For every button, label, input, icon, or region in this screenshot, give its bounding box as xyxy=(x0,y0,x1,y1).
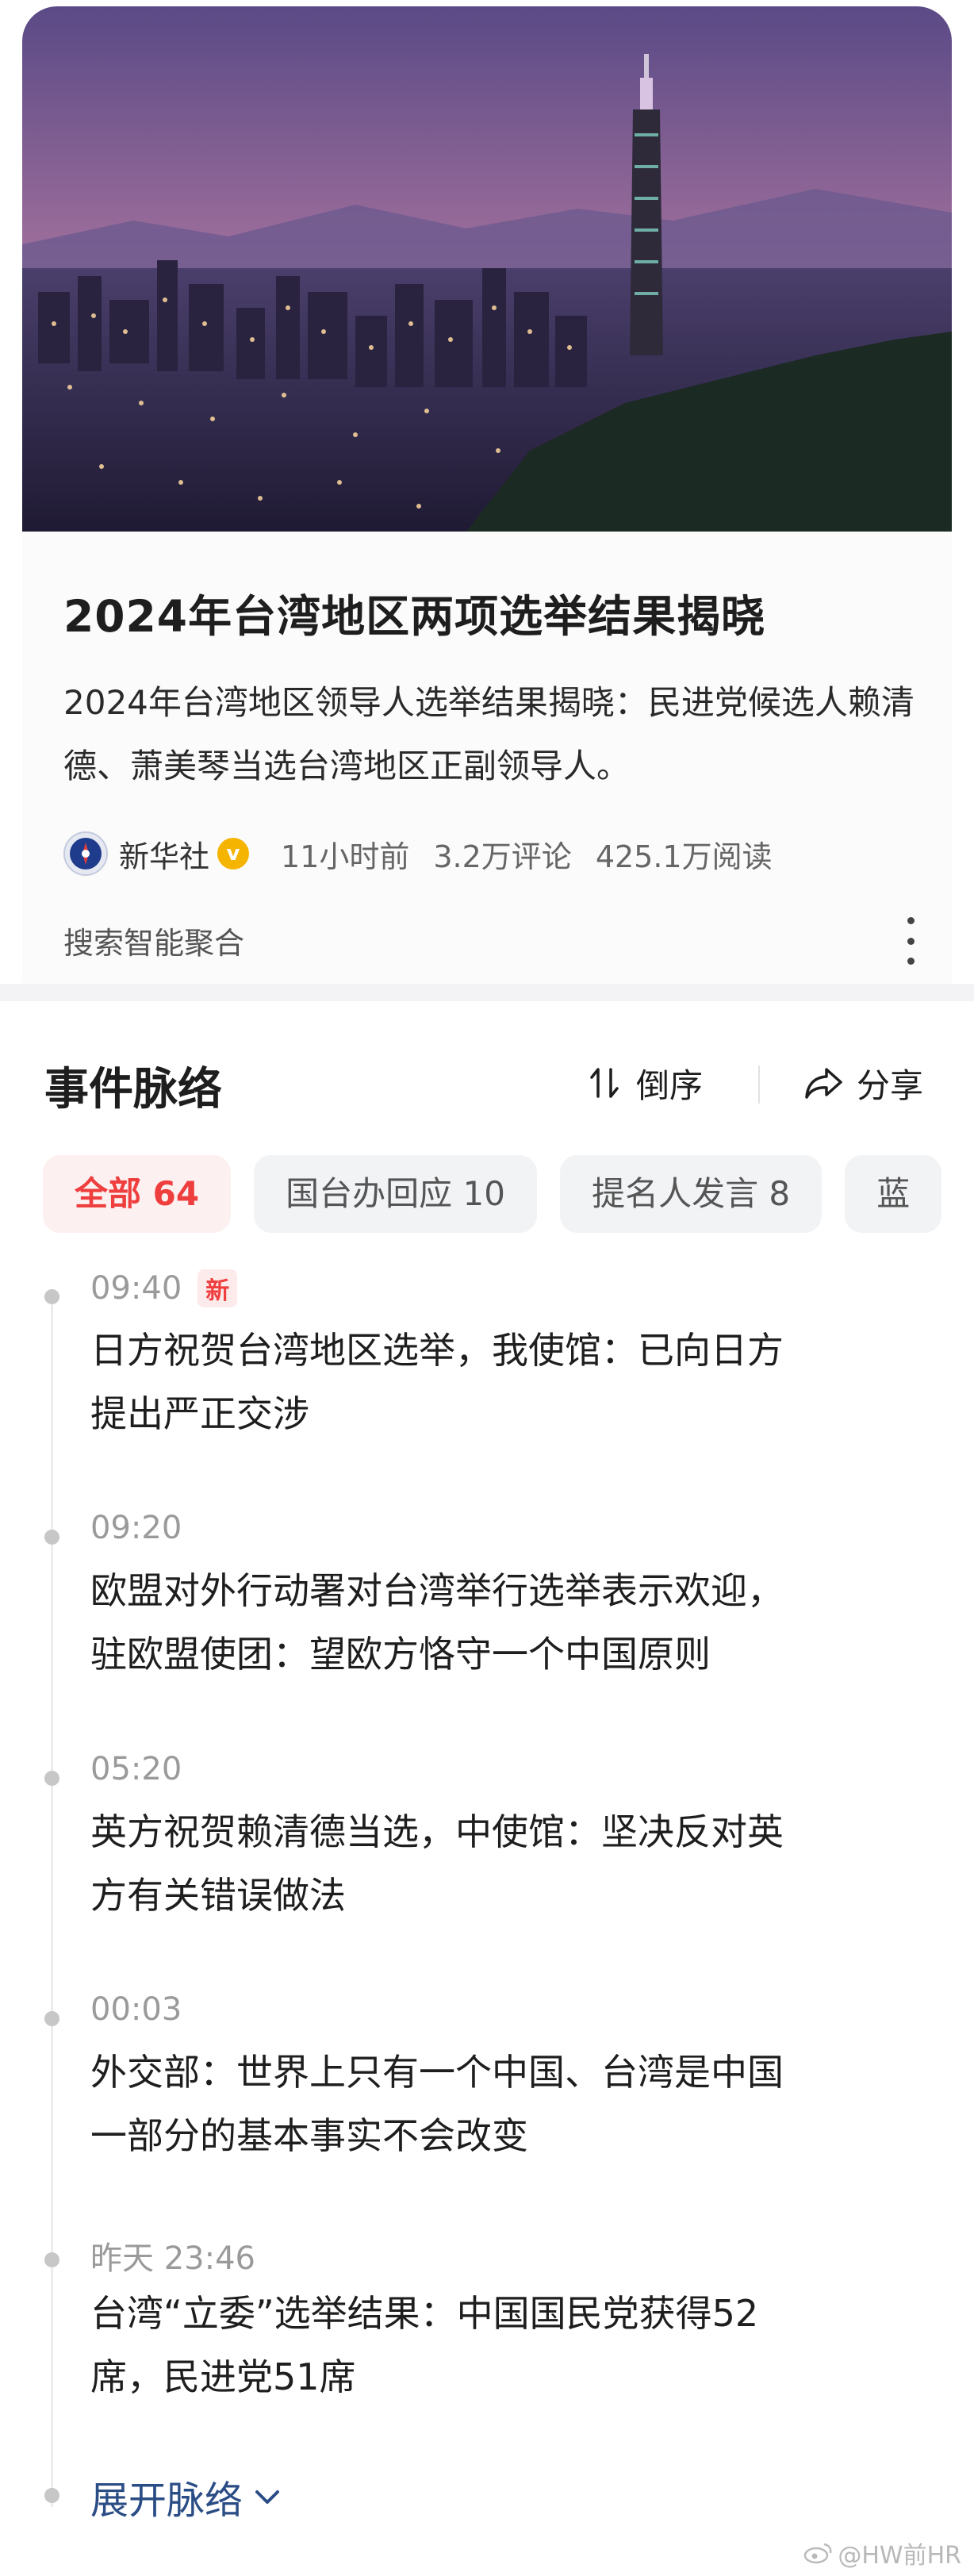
timeline-time-row: 05:20 xyxy=(90,1751,182,1787)
xinhua-logo-icon xyxy=(63,831,108,876)
timeline-text-line: 英方祝贺赖清德当选，中使馆：坚决反对英 xyxy=(90,1810,784,1853)
timeline-time: 昨天 23:46 xyxy=(90,2240,255,2277)
share-button[interactable]: 分享 xyxy=(803,1055,923,1111)
section-divider xyxy=(0,984,974,1001)
timeline-text[interactable]: 台湾“立委”选举结果：中国国民党获得52 席，民进党51席 xyxy=(90,2282,931,2409)
article-summary: 2024年台湾地区领导人选举结果揭晓：民进党候选人赖清德、萧美琴当选台湾地区正副… xyxy=(63,683,915,785)
article-meta: 新华社 v 11小时前 3.2万评论 425.1万阅读 xyxy=(63,830,796,877)
timeline-text-line: 欧盟对外行动署对台湾举行选举表示欢迎， xyxy=(90,1569,784,1612)
expand-timeline-button[interactable]: 展开脉络 xyxy=(90,2469,286,2524)
article-headline[interactable]: 2024年台湾地区两项选举结果揭晓 xyxy=(63,581,765,644)
more-options-icon[interactable] xyxy=(901,917,920,965)
timeline-time-row: 09:20 xyxy=(90,1510,182,1546)
watermark-text: @HW前HR xyxy=(838,2542,961,2570)
comment-count[interactable]: 3.2万评论 xyxy=(433,832,571,876)
timeline-time-row: 09:40 新 xyxy=(90,1269,238,1307)
filter-chips: 全部 64 国台办回应 10 提名人发言 8 蓝 xyxy=(43,1155,974,1233)
share-icon xyxy=(805,1068,842,1099)
timeline-dot xyxy=(44,1289,59,1304)
aggregate-label: 搜索智能聚合 xyxy=(63,926,245,961)
sort-order-icon xyxy=(590,1068,619,1098)
timeline-time: 05:20 xyxy=(90,1751,182,1787)
timeline-text-line: 席，民进党51席 xyxy=(90,2355,356,2398)
timeline-text-line: 台湾“立委”选举结果：中国国民党获得52 xyxy=(90,2292,759,2335)
new-badge: 新 xyxy=(197,1269,238,1307)
timeline-dot xyxy=(44,1771,59,1786)
timeline-text-line: 方有关错误做法 xyxy=(90,1874,346,1917)
sort-button[interactable]: 倒序 xyxy=(585,1055,703,1111)
timeline-text-line: 外交部：世界上只有一个中国、台湾是中国 xyxy=(90,2051,784,2094)
hero-image-taipei-skyline[interactable] xyxy=(22,6,952,532)
publish-time: 11小时前 xyxy=(281,839,410,874)
timeline-time: 09:40 xyxy=(90,1270,182,1307)
timeline-text[interactable]: 日方祝贺台湾地区选举，我使馆：已向日方 提出严正交涉 xyxy=(90,1319,931,1445)
timeline-dot xyxy=(44,2011,59,2026)
watermark: @HW前HR xyxy=(803,2536,961,2570)
timeline-text[interactable]: 欧盟对外行动署对台湾举行选举表示欢迎， 驻欧盟使团：望欧方恪守一个中国原则 xyxy=(90,1559,931,1686)
chevron-down-icon xyxy=(255,2490,280,2504)
share-label: 分享 xyxy=(857,1065,924,1105)
chip-all[interactable]: 全部 64 xyxy=(43,1155,232,1233)
source-name[interactable]: 新华社 xyxy=(119,832,209,876)
chip-taiwan-affairs-office[interactable]: 国台办回应 10 xyxy=(254,1155,537,1233)
timeline-line xyxy=(51,1293,53,2507)
timeline-time-row: 昨天 23:46 xyxy=(90,2232,255,2278)
chip-nominee-speech[interactable]: 提名人发言 8 xyxy=(560,1155,823,1233)
timeline-time: 09:20 xyxy=(90,1510,182,1546)
timeline-text-line: 提出严正交涉 xyxy=(90,1392,309,1435)
toolbar-separator xyxy=(758,1065,760,1104)
section-title: 事件脉络 xyxy=(44,1064,222,1115)
timeline-text-line: 驻欧盟使团：望欧方恪守一个中国原则 xyxy=(90,1633,711,1676)
timeline-dot xyxy=(44,1530,59,1545)
read-count: 425.1万阅读 xyxy=(595,839,773,874)
timeline-text-line: 一部分的基本事实不会改变 xyxy=(90,2114,528,2157)
news-card[interactable]: 2024年台湾地区两项选举结果揭晓 2024年台湾地区领导人选举结果揭晓：民进党… xyxy=(22,6,952,984)
sort-label: 倒序 xyxy=(636,1065,704,1105)
expand-label: 展开脉络 xyxy=(90,2478,244,2523)
timeline-time: 00:03 xyxy=(90,1991,182,2028)
timeline-text[interactable]: 外交部：世界上只有一个中国、台湾是中国 一部分的基本事实不会改变 xyxy=(90,2040,931,2167)
verified-badge-icon: v xyxy=(217,838,250,870)
timeline-dot xyxy=(44,2488,59,2503)
timeline-time-row: 00:03 xyxy=(90,1991,182,2028)
timeline-text-line: 日方祝贺台湾地区选举，我使馆：已向日方 xyxy=(90,1329,784,1372)
chip-kmt[interactable]: 蓝 xyxy=(845,1155,942,1233)
timeline-text[interactable]: 英方祝贺赖清德当选，中使馆：坚决反对英 方有关错误做法 xyxy=(90,1800,931,1927)
weibo-logo-icon xyxy=(804,2543,832,2564)
timeline-dot xyxy=(44,2252,59,2267)
